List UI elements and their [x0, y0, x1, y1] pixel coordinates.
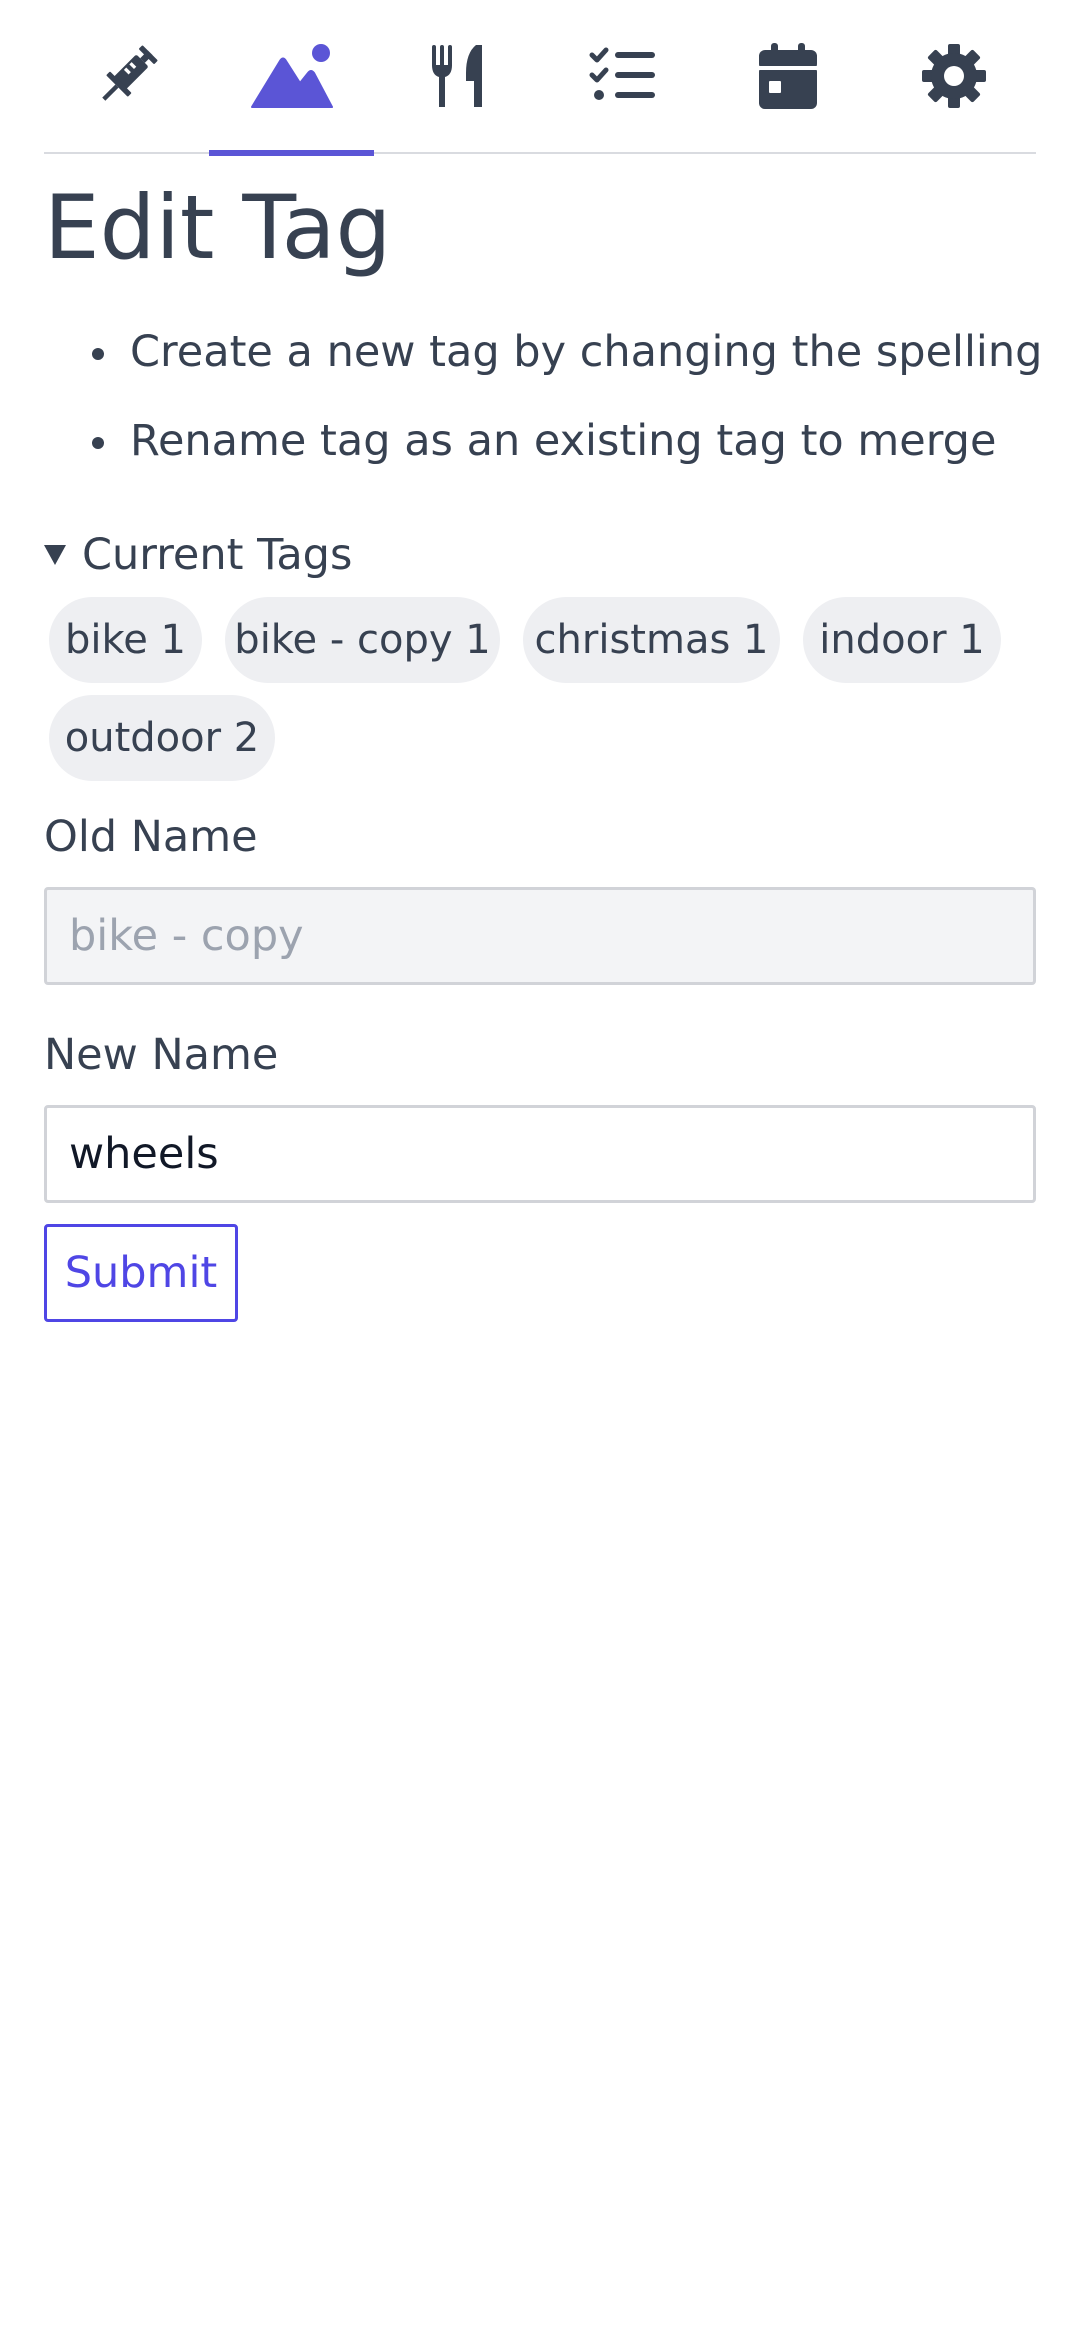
nav-tab-checklist[interactable] [540, 0, 705, 152]
new-name-label: New Name [44, 1030, 279, 1080]
submit-button[interactable]: Submit [44, 1224, 238, 1322]
tip-item: Rename tag as an existing tag to merge [44, 414, 1042, 468]
gear-icon [921, 43, 987, 109]
tag-chip-bike[interactable]: bike 1 [49, 597, 202, 683]
tip-item: Create a new tag by changing the spellin… [44, 325, 1042, 379]
tips-list: Create a new tag by changing the spellin… [44, 325, 1042, 503]
new-name-field[interactable]: wheels [44, 1105, 1036, 1203]
tag-chip-bike-copy[interactable]: bike - copy 1 [225, 597, 500, 683]
calendar-icon [758, 42, 818, 110]
tag-chip-christmas[interactable]: christmas 1 [523, 597, 780, 683]
checklist-icon [589, 46, 657, 106]
old-name-field: bike - copy [44, 887, 1036, 985]
current-tags-toggle[interactable]: Current Tags [44, 530, 352, 580]
disclosure-triangle-icon [44, 545, 66, 565]
tag-chip-indoor[interactable]: indoor 1 [803, 597, 1001, 683]
tag-chip-outdoor[interactable]: outdoor 2 [49, 695, 275, 781]
nav-tab-mountain[interactable] [209, 0, 374, 156]
syringe-icon [92, 41, 162, 111]
mountain-icon [250, 43, 334, 109]
utensils-icon [428, 43, 488, 109]
page-title: Edit Tag [44, 176, 392, 279]
nav-tab-calendar[interactable] [705, 0, 870, 152]
top-navigation [44, 0, 1036, 156]
current-tags-label: Current Tags [82, 530, 353, 580]
nav-tab-utensils[interactable] [375, 0, 540, 152]
nav-tab-syringe[interactable] [44, 0, 209, 152]
nav-tab-settings[interactable] [871, 0, 1036, 152]
old-name-label: Old Name [44, 812, 258, 862]
